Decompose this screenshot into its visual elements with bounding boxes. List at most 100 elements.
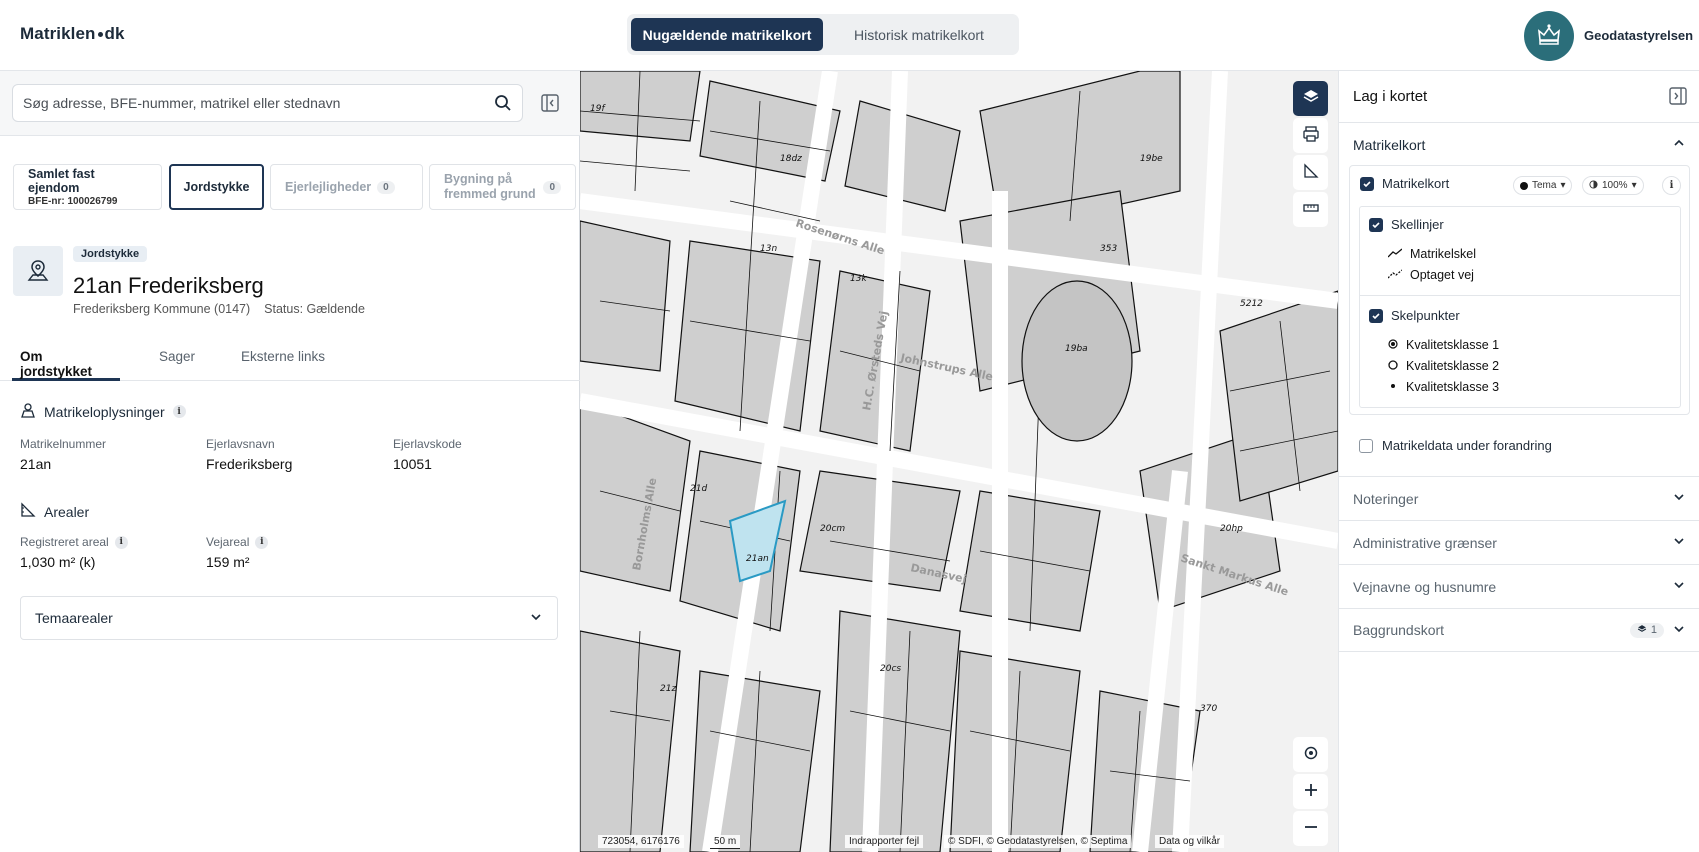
ruler-icon	[1302, 199, 1320, 220]
tab-eksterne-links[interactable]: Eksterne links	[233, 349, 333, 381]
count-badge: 0	[543, 180, 561, 194]
search-input[interactable]	[23, 85, 483, 121]
caret-down-icon: ▾	[1560, 180, 1566, 191]
kvalitetsklasse-2-legend: Kvalitetsklasse 2	[1388, 359, 1499, 373]
measure-area-button[interactable]	[1293, 155, 1328, 190]
temaarealer-label: Temaarealer	[35, 610, 113, 626]
ejerlavskode-field: Ejerlavskode 10051	[393, 437, 462, 472]
samlet-fast-ejendom-card[interactable]: Samlet fast ejendom BFE-nr: 100026799	[13, 164, 162, 210]
card-title: Jordstykke	[183, 180, 250, 194]
matrikelkort-layer-row: Matrikelkort	[1360, 176, 1449, 191]
administrative-graenser-section-header[interactable]: Administrative grænser	[1339, 520, 1699, 564]
print-button[interactable]	[1293, 118, 1328, 153]
bfe-number: BFE-nr: 100026799	[28, 196, 118, 207]
info-icon[interactable]: i	[1662, 176, 1681, 195]
ejerlavsnavn-field: Ejerlavsnavn Frederiksberg	[206, 437, 293, 472]
color-dot-icon	[1520, 181, 1528, 190]
matrikelkort-layer-box: Matrikelkort Tema ▾ 100% ▾ i Skellinjer Ma…	[1349, 165, 1690, 415]
skelpunkter-row: Skelpunkter	[1369, 308, 1460, 323]
matrikeldata-under-forandring-row: Matrikeldata under forandring	[1359, 438, 1552, 453]
baggrundskort-section-header[interactable]: Baggrundskort 1	[1339, 608, 1699, 652]
optaget-vej-legend: Optaget vej	[1387, 268, 1474, 282]
under-forandring-checkbox[interactable]	[1359, 438, 1373, 453]
map-mode-switch: Nugældende matrikelkort Historisk matrik…	[627, 14, 1019, 55]
vejnavne-og-husnumre-section-header[interactable]: Vejnavne og husnumre	[1339, 564, 1699, 608]
matrikelkort-sublayers: Skellinjer Matrikelskel Optaget vej Skel…	[1359, 206, 1681, 408]
card-title: Ejerlejligheder	[285, 179, 372, 194]
kvalitetsklasse-3-legend: Kvalitetsklasse 3	[1388, 380, 1499, 394]
skellinjer-checkbox[interactable]	[1369, 217, 1383, 232]
app-header: Matriklen dk Nugældende matrikelkort Hist…	[0, 0, 1699, 71]
collapse-panel-icon[interactable]	[1669, 87, 1687, 108]
line-dashed-icon	[1387, 268, 1403, 282]
temaarealer-accordion[interactable]: Temaarealer	[20, 596, 558, 640]
tab-om-jordstykket[interactable]: Om jordstykket	[12, 349, 120, 381]
cadastral-map[interactable]: 19f 18dz 13n 13k 19ba 21an 20cm 19be 353 5212 2…	[580, 71, 1338, 852]
caret-down-icon: ▾	[1631, 180, 1637, 191]
layers-button[interactable]	[1293, 81, 1328, 116]
svg-text:21an: 21an	[746, 554, 769, 564]
skelpunkter-checkbox[interactable]	[1369, 308, 1383, 323]
svg-text:19ba: 19ba	[1065, 344, 1088, 354]
crown-logo-icon[interactable]	[1524, 11, 1574, 61]
card-title: Bygning på fremmed grund	[444, 172, 536, 201]
angle-measure-icon	[1302, 162, 1320, 183]
locate-icon	[1302, 744, 1320, 765]
property-tabs: Om jordstykket Sager Eksterne links	[0, 349, 580, 381]
arealer-heading: Arealer	[20, 502, 89, 521]
noteringer-section-header[interactable]: Noteringer	[1339, 476, 1699, 520]
matrikelkort-section-header[interactable]: Matrikelkort	[1339, 122, 1699, 166]
matrikelnummer-field: Matrikelnummer 21an	[20, 437, 107, 472]
tab-sager[interactable]: Sager	[151, 349, 203, 381]
zoom-in-button[interactable]	[1293, 774, 1328, 809]
measure-distance-button[interactable]	[1293, 192, 1328, 227]
svg-text:353: 353	[1100, 244, 1117, 254]
property-subline: Frederiksberg Kommune (0147) Status: Gæld…	[73, 302, 365, 316]
count-badge: 0	[377, 180, 395, 194]
search-box	[12, 84, 523, 122]
search-area	[0, 71, 580, 136]
tab-nugaeldende-matrikelkort[interactable]: Nugældende matrikelkort	[631, 18, 823, 51]
svg-text:13k: 13k	[850, 274, 867, 284]
map-tools	[1293, 81, 1329, 229]
card-title: Samlet fast ejendom	[28, 167, 95, 195]
layers-panel-title: Lag i kortet	[1353, 88, 1428, 105]
chevron-down-icon	[1672, 534, 1686, 551]
logo-dot	[97, 32, 103, 38]
info-icon[interactable]: i	[255, 535, 269, 549]
coordinate-readout: 723054, 6176176	[598, 835, 684, 848]
locate-button[interactable]	[1293, 737, 1328, 772]
jordstykke-tag: Jordstykke	[73, 246, 148, 262]
map-canvas[interactable]: 19f 18dz 13n 13k 19ba 21an 20cm 19be 353 5212 2…	[580, 71, 1338, 852]
svg-text:18dz: 18dz	[780, 154, 802, 164]
tab-historisk-matrikelkort[interactable]: Historisk matrikelkort	[823, 18, 1015, 51]
collapse-panel-icon[interactable]	[541, 94, 559, 115]
svg-text:5212: 5212	[1240, 299, 1263, 309]
tema-dropdown[interactable]: Tema ▾	[1513, 176, 1573, 195]
search-icon[interactable]	[494, 94, 512, 115]
dot-ring-filled-icon	[1388, 338, 1398, 352]
ejerlejligheder-card[interactable]: Ejerlejligheder 0	[270, 164, 423, 210]
skellinjer-row: Skellinjer	[1369, 217, 1444, 232]
report-error-link[interactable]: Indrapporter fejl	[845, 835, 924, 848]
svg-text:370: 370	[1200, 704, 1217, 714]
status-text: Status: Gældende	[264, 302, 365, 316]
matrikeloplysninger-heading: Matrikeloplysninger i	[20, 402, 186, 421]
map-attribution-bar: 723054, 6176176 50 m Indrapporter fejl ©…	[580, 830, 1338, 852]
info-icon[interactable]: i	[114, 535, 128, 549]
data-terms-link[interactable]: Data og vilkår	[1155, 835, 1225, 848]
bygning-paa-fremmed-grund-card[interactable]: Bygning på fremmed grund 0	[429, 164, 576, 210]
info-icon[interactable]: i	[172, 405, 186, 418]
line-solid-icon	[1387, 247, 1403, 261]
opacity-dropdown[interactable]: 100% ▾	[1582, 176, 1644, 195]
page-title: 21an Frederiksberg	[73, 273, 264, 298]
kvalitetsklasse-1-legend: Kvalitetsklasse 1	[1388, 338, 1499, 352]
matrikelkort-checkbox[interactable]	[1360, 176, 1374, 191]
chevron-down-icon	[1672, 578, 1686, 595]
layers-icon	[1637, 624, 1647, 637]
jordstykke-card[interactable]: Jordstykke	[169, 164, 264, 210]
property-panel: Samlet fast ejendom BFE-nr: 100026799 Jo…	[0, 71, 580, 852]
matriklen-logo[interactable]: Matriklen dk	[20, 24, 125, 44]
active-layer-count-badge: 1	[1629, 622, 1664, 638]
layers-panel: Lag i kortet Matrikelkort Matrikelkort T…	[1338, 71, 1699, 852]
